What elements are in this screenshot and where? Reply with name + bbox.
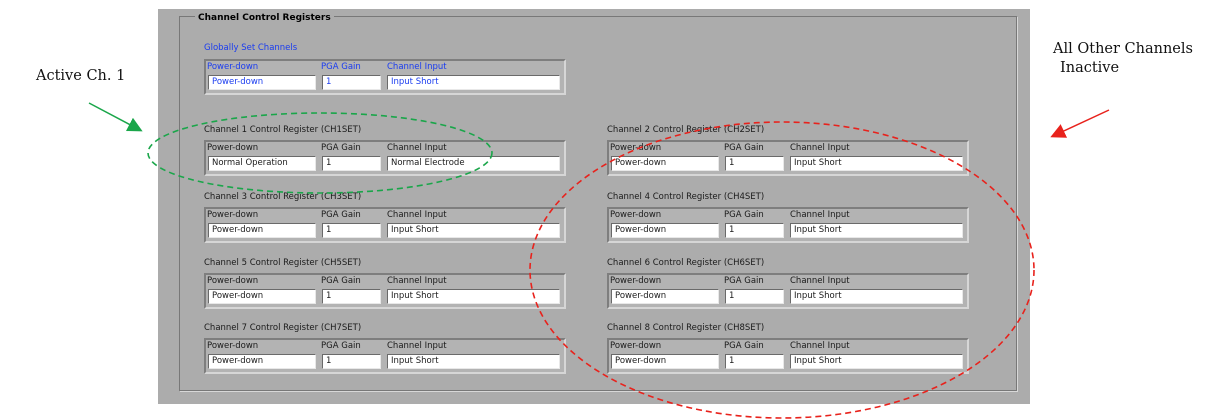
inactive-channels-highlight [529,121,1035,419]
inactive-arrow [1050,109,1110,138]
active-arrow [88,102,143,132]
active-channel-highlight [147,112,493,194]
annotation-overlay [88,102,1110,419]
inactive-annotation-line1: All Other Channels [1053,41,1193,57]
inactive-annotation-line2: Inactive [1060,60,1120,76]
active-channel-annotation: Active Ch. 1 [36,68,126,84]
